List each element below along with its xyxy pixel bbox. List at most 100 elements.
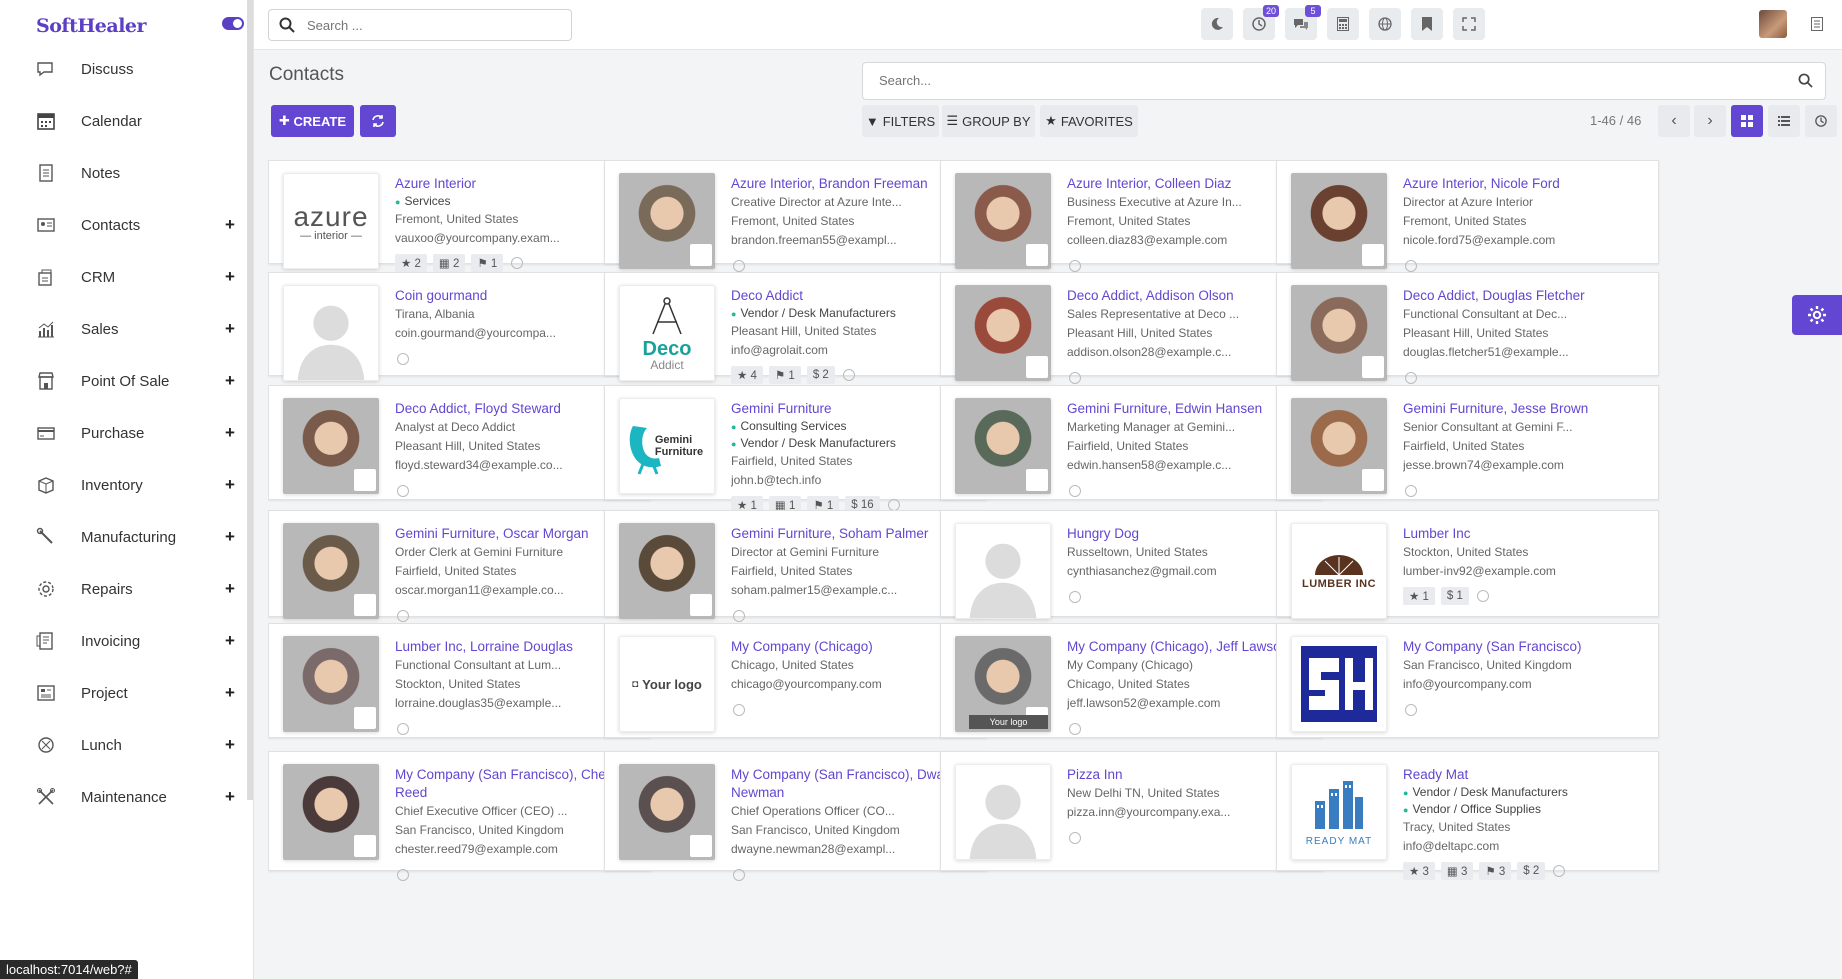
sidebar-scrollbar[interactable]	[247, 0, 253, 800]
activity-clock-icon[interactable]	[842, 369, 855, 381]
kanban-view-button[interactable]	[1731, 105, 1763, 137]
contact-card[interactable]: Lumber Inc, Lorraine Douglas Functional C…	[268, 623, 651, 738]
fullscreen-button[interactable]	[1453, 8, 1485, 40]
global-search[interactable]	[268, 9, 572, 41]
activity-clock-icon[interactable]	[1069, 372, 1081, 384]
pager-value[interactable]: 1-46 / 46	[1590, 113, 1641, 128]
activity-clock-icon[interactable]	[1069, 832, 1081, 844]
activity-clock-icon[interactable]	[1069, 723, 1081, 735]
contact-card[interactable]: Pizza Inn New Delhi TN, United States pizz…	[940, 751, 1323, 871]
activity-clock-icon[interactable]	[1405, 704, 1417, 716]
sidebar-item-inventory[interactable]: Inventory +	[0, 462, 250, 508]
contact-card[interactable]: Gemini Furniture, Soham Palmer Director a…	[604, 510, 987, 622]
contact-card[interactable]: DecoAddictDeco AddictVendor / Desk Manuf…	[604, 272, 987, 384]
stat-button[interactable]: ★ 4	[731, 366, 763, 384]
contact-name[interactable]: Gemini Furniture, Jesse Brown	[1403, 400, 1648, 418]
stat-button[interactable]: ★ 1	[1403, 587, 1435, 605]
filters-button[interactable]: ▼ FILTERS	[862, 105, 939, 137]
sidebar-item-project[interactable]: Project +	[0, 670, 250, 716]
activity-clock-icon[interactable]	[397, 610, 409, 622]
expand-icon[interactable]: +	[225, 527, 235, 547]
contact-card[interactable]: Azure Interior, Colleen Diaz Business Exe…	[940, 160, 1323, 272]
activity-clock-icon[interactable]	[511, 257, 524, 269]
contact-card[interactable]: My Company (San Francisco), Dwayne Newma…	[604, 751, 987, 881]
stat-button[interactable]: ⚑ 1	[768, 366, 801, 384]
dark-mode-button[interactable]	[1201, 8, 1233, 40]
activity-clock-icon[interactable]	[397, 485, 409, 497]
expand-icon[interactable]: +	[225, 423, 235, 443]
stat-button[interactable]: ★ 3	[1403, 862, 1435, 880]
stat-button[interactable]: $ 1	[1440, 587, 1469, 605]
sidebar-item-discuss[interactable]: Discuss	[0, 46, 250, 92]
contact-card[interactable]: GeminiFurnitureGemini FurnitureConsultin…	[604, 385, 987, 514]
activity-clock-icon[interactable]	[397, 353, 409, 365]
expand-icon[interactable]: +	[225, 215, 235, 235]
list-view-button[interactable]	[1768, 105, 1800, 137]
pager-previous-button[interactable]: ‹	[1658, 105, 1690, 137]
stat-button[interactable]: ▦ 3	[1440, 862, 1474, 880]
activity-clock-icon[interactable]	[733, 704, 745, 716]
contact-name[interactable]: Ready Mat	[1403, 766, 1648, 784]
activity-button[interactable]: 20	[1243, 5, 1279, 40]
contacts-search-input[interactable]	[879, 73, 1759, 88]
create-button[interactable]: ✚ CREATE	[271, 105, 354, 137]
sidebar-item-repairs[interactable]: Repairs +	[0, 566, 250, 612]
favorites-button[interactable]: ★ FAVORITES	[1040, 105, 1138, 137]
activity-view-button[interactable]	[1805, 105, 1837, 137]
contact-card[interactable]: Azure Interior, Brandon Freeman Creative …	[604, 160, 987, 272]
activity-clock-icon[interactable]	[733, 869, 745, 881]
theme-toggle[interactable]	[222, 17, 244, 30]
contact-name[interactable]: My Company (San Francisco)	[1403, 638, 1648, 656]
brand-logo[interactable]: SoftHealer	[36, 13, 147, 39]
expand-icon[interactable]: +	[225, 475, 235, 495]
contact-name[interactable]: Lumber Inc	[1403, 525, 1648, 543]
activity-clock-icon[interactable]	[1069, 591, 1081, 603]
sidebar-item-lunch[interactable]: Lunch +	[0, 722, 250, 768]
contact-card[interactable]: My Company (San Francisco), Chester Reed…	[268, 751, 651, 881]
refresh-button[interactable]	[360, 105, 396, 137]
activity-clock-icon[interactable]	[397, 723, 409, 735]
sidebar-item-manufacturing[interactable]: Manufacturing +	[0, 514, 250, 560]
sidebar-item-point-of-sale[interactable]: Point Of Sale +	[0, 358, 250, 404]
expand-icon[interactable]: +	[225, 631, 235, 651]
sidebar-item-contacts[interactable]: Contacts +	[0, 202, 250, 248]
contact-card[interactable]: Hungry Dog Russeltown, United States cynth…	[940, 510, 1323, 619]
search-icon[interactable]	[1798, 73, 1813, 91]
activity-clock-icon[interactable]	[1069, 260, 1081, 272]
sidebar-item-crm[interactable]: CRM +	[0, 254, 250, 300]
sidebar-item-invoicing[interactable]: Invoicing +	[0, 618, 250, 664]
activity-clock-icon[interactable]	[1476, 590, 1489, 602]
activity-clock-icon[interactable]	[733, 260, 745, 272]
contact-card[interactable]: Gemini Furniture, Jesse Brown Senior Cons…	[1276, 385, 1659, 500]
contact-name[interactable]: Azure Interior, Nicole Ford	[1403, 175, 1648, 193]
activity-clock-icon[interactable]	[1405, 260, 1417, 272]
expand-icon[interactable]: +	[225, 579, 235, 599]
stat-button[interactable]: ⚑ 1	[471, 254, 504, 272]
contact-card[interactable]: Your logo My Company (Chicago), Jeff Laws…	[940, 623, 1323, 738]
expand-icon[interactable]: +	[225, 319, 235, 339]
contact-card[interactable]: azure— interior —Azure InteriorServicesF…	[268, 160, 651, 272]
expand-icon[interactable]: +	[225, 371, 235, 391]
bookmark-button[interactable]	[1411, 8, 1443, 40]
global-search-input[interactable]	[307, 17, 547, 33]
activity-clock-icon[interactable]	[1553, 865, 1566, 877]
activity-clock-icon[interactable]	[1405, 372, 1417, 384]
calculator-button[interactable]	[1327, 8, 1359, 40]
activity-clock-icon[interactable]	[1405, 485, 1417, 497]
contact-card[interactable]: Coin gourmand Tirana, Albania coin.gourman…	[268, 272, 651, 381]
contact-card[interactable]: ◘ Your logo My Company (Chicago) Chicago, U…	[604, 623, 987, 738]
contact-card[interactable]: Gemini Furniture, Oscar Morgan Order Cler…	[268, 510, 651, 622]
contact-card[interactable]: Gemini Furniture, Edwin Hansen Marketing …	[940, 385, 1323, 500]
expand-icon[interactable]: +	[225, 735, 235, 755]
language-button[interactable]	[1369, 8, 1401, 40]
user-avatar[interactable]	[1759, 10, 1787, 38]
stat-button[interactable]: $ 2	[1517, 862, 1546, 880]
sidebar-item-notes[interactable]: Notes	[0, 150, 250, 196]
sidebar-item-calendar[interactable]: Calendar	[0, 98, 250, 144]
activity-clock-icon[interactable]	[733, 610, 745, 622]
contact-name[interactable]: Deco Addict, Douglas Fletcher	[1403, 287, 1648, 305]
sidebar-item-sales[interactable]: Sales +	[0, 306, 250, 352]
pager-next-button[interactable]: ›	[1694, 105, 1726, 137]
messages-button[interactable]: 5	[1285, 5, 1321, 40]
sidebar-item-purchase[interactable]: Purchase +	[0, 410, 250, 456]
